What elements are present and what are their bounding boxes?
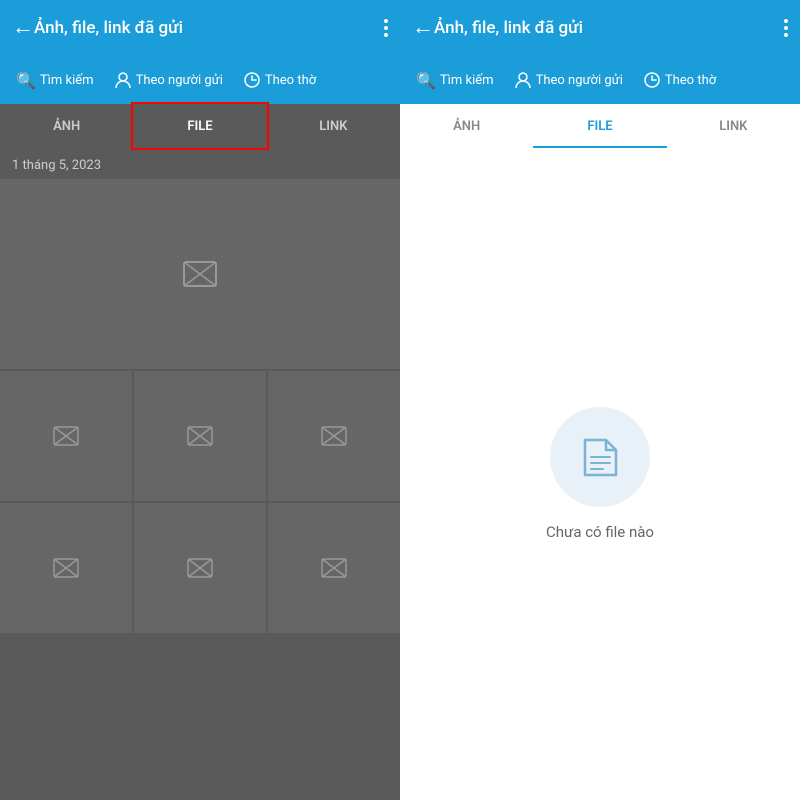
left-tab-anh[interactable]: ẢNH	[0, 104, 133, 148]
left-clock-icon	[243, 71, 261, 89]
image-grid	[0, 371, 400, 633]
left-time-label: Theo thờ	[265, 73, 316, 88]
left-sender-label: Theo người gửi	[136, 73, 223, 88]
broken-image-icon-5	[185, 553, 215, 583]
large-image-placeholder	[0, 179, 400, 369]
left-tab-file[interactable]: FILE	[133, 104, 266, 148]
right-tab-anh[interactable]: ẢNH	[400, 104, 533, 148]
right-clock-icon	[643, 71, 661, 89]
right-tab-link[interactable]: LINK	[667, 104, 800, 148]
broken-image-icon-2	[185, 421, 215, 451]
left-search-icon: 🔍	[16, 71, 36, 90]
right-header: ← Ảnh, file, link đã gửi	[400, 0, 800, 56]
left-search-bar: 🔍 Tìm kiếm Theo người gửi Theo thờ	[0, 56, 400, 104]
right-search-bar: 🔍 Tìm kiếm Theo người gửi Theo thờ	[400, 56, 800, 104]
image-cell-1	[0, 371, 132, 501]
right-back-button[interactable]: ←	[412, 17, 434, 39]
right-more-button[interactable]	[784, 19, 788, 37]
right-sender-filter[interactable]: Theo người gửi	[506, 67, 631, 93]
right-tabs: ẢNH FILE LINK	[400, 104, 800, 148]
broken-image-icon-3	[319, 421, 349, 451]
left-sender-filter[interactable]: Theo người gửi	[106, 67, 231, 93]
image-cell-6	[268, 503, 400, 633]
empty-icon-container	[550, 407, 650, 507]
right-sender-label: Theo người gửi	[536, 73, 623, 88]
image-cell-3	[268, 371, 400, 501]
image-cell-2	[134, 371, 266, 501]
left-time-filter[interactable]: Theo thờ	[235, 67, 324, 93]
left-tabs: ẢNH FILE LINK	[0, 104, 400, 148]
broken-image-icon-4	[51, 553, 81, 583]
left-search-label: Tìm kiếm	[40, 73, 94, 88]
right-time-filter[interactable]: Theo thờ	[635, 67, 724, 93]
image-cell-4	[0, 503, 132, 633]
right-search-button[interactable]: 🔍 Tìm kiếm	[408, 67, 502, 94]
empty-file-icon	[573, 430, 628, 485]
broken-image-icon-6	[319, 553, 349, 583]
date-label: 1 tháng 5, 2023	[0, 148, 400, 179]
left-header-title: Ảnh, file, link đã gửi	[34, 18, 384, 38]
left-back-button[interactable]: ←	[12, 17, 34, 39]
right-search-icon: 🔍	[416, 71, 436, 90]
empty-state-label: Chưa có file nào	[546, 523, 654, 541]
broken-image-icon-1	[51, 421, 81, 451]
right-person-icon	[514, 71, 532, 89]
left-header: ← Ảnh, file, link đã gửi	[0, 0, 400, 56]
left-more-button[interactable]	[384, 19, 388, 37]
left-person-icon	[114, 71, 132, 89]
right-header-title: Ảnh, file, link đã gửi	[434, 18, 784, 38]
left-panel: ← Ảnh, file, link đã gửi 🔍 Tìm kiếm Theo…	[0, 0, 400, 800]
left-tab-link[interactable]: LINK	[267, 104, 400, 148]
right-empty-state: Chưa có file nào	[400, 148, 800, 800]
right-tab-file[interactable]: FILE	[533, 104, 666, 148]
right-search-label: Tìm kiếm	[440, 73, 494, 88]
right-panel: ← Ảnh, file, link đã gửi 🔍 Tìm kiếm Theo…	[400, 0, 800, 800]
left-content: 1 tháng 5, 2023	[0, 148, 400, 800]
right-time-label: Theo thờ	[665, 73, 716, 88]
left-search-button[interactable]: 🔍 Tìm kiếm	[8, 67, 102, 94]
broken-image-icon-large	[180, 254, 220, 294]
image-cell-5	[134, 503, 266, 633]
